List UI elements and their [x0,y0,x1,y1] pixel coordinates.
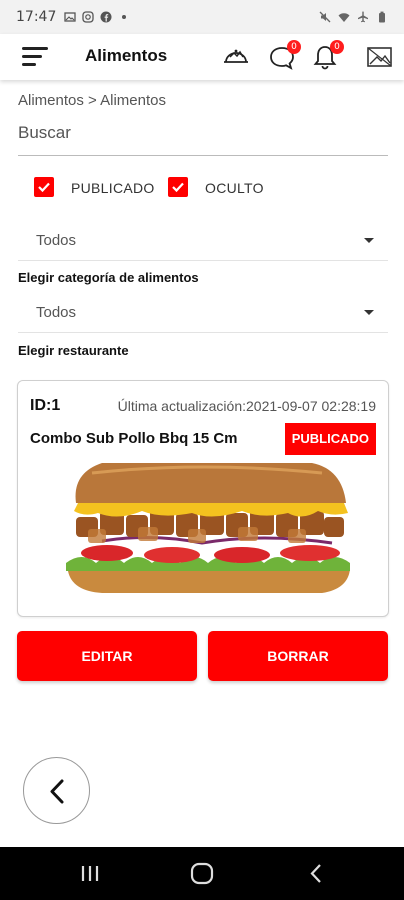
check-icon [38,182,50,193]
edit-button[interactable]: EDITAR [17,631,197,681]
category-select[interactable]: Todos [18,223,388,261]
chat-badge: 0 [287,40,301,54]
published-label: PUBLICADO [71,180,155,196]
status-time: 17:47 [16,9,57,25]
item-name: Combo Sub Pollo Bbq 15 Cm [30,430,238,447]
category-select-label: Elegir categoría de alimentos [18,270,199,285]
gallery-icon [64,12,77,22]
home-icon[interactable] [172,847,232,900]
system-back-icon[interactable] [286,847,346,900]
hidden-checkbox[interactable] [168,177,188,197]
menu-icon[interactable] [22,46,50,68]
check-icon [172,182,184,193]
category-select-value: Todos [36,232,77,249]
restaurant-select[interactable]: Todos [18,295,388,333]
chat-icon[interactable]: 0 [267,40,301,71]
delete-button[interactable]: BORRAR [208,631,388,681]
bell-icon[interactable]: 0 [310,40,344,71]
chevron-down-icon [364,310,374,315]
system-nav-bar [0,847,404,900]
dot-icon [122,15,127,19]
restaurant-select-label: Elegir restaurante [18,343,129,358]
hidden-label: OCULTO [205,180,264,196]
sandwich-image [66,463,350,593]
chevron-left-icon [50,779,64,804]
back-button[interactable] [23,757,90,824]
item-updated: Última actualización:2021-09-07 02:28:19 [117,398,376,414]
status-bar: 17:47 [0,0,404,34]
breadcrumb: Alimentos > Alimentos [18,92,166,109]
facebook-icon [100,11,112,23]
recent-apps-icon[interactable] [60,847,120,900]
image-icon[interactable] [365,43,395,71]
search-input[interactable] [18,116,388,155]
restaurant-select-value: Todos [36,304,77,321]
food-item-card[interactable]: ID:1 Última actualización:2021-09-07 02:… [17,380,389,617]
bell-badge: 0 [330,40,344,54]
page-title: Alimentos [85,46,168,65]
search-field [18,116,388,156]
mute-icon [319,11,331,23]
battery-icon [379,11,385,23]
status-badge: PUBLICADO [284,423,376,455]
instagram-icon [82,11,95,23]
airplane-icon [358,11,368,23]
chevron-down-icon [364,238,374,243]
wifi-icon [338,13,350,22]
published-checkbox[interactable] [34,177,54,197]
item-id: ID:1 [30,397,61,414]
app-bar: Alimentos 0 0 [0,34,404,80]
restaurant-icon[interactable] [221,43,251,71]
